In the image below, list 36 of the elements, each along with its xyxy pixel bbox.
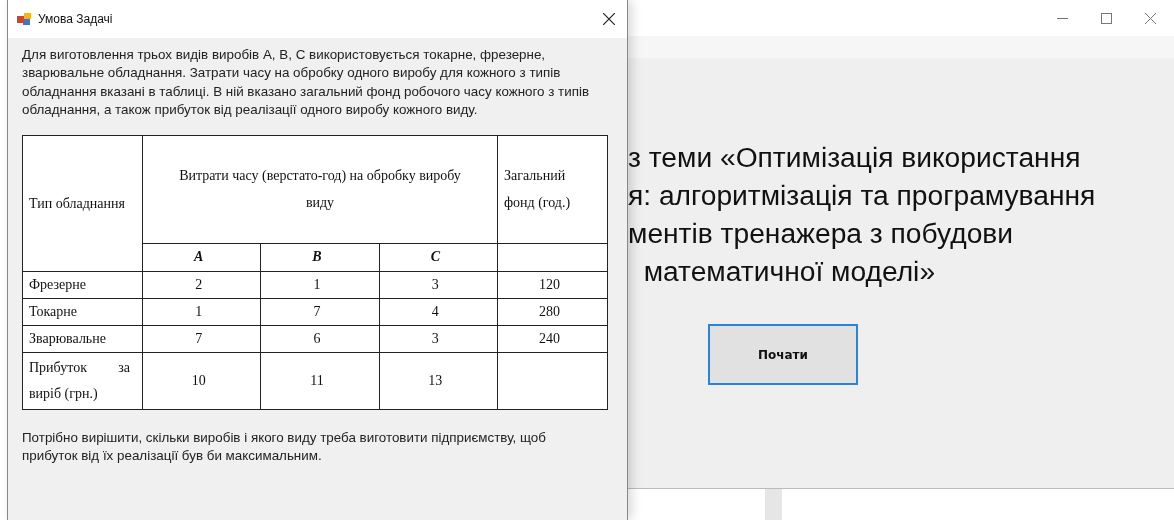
- heading-line: з теми «Оптимізація використання: [628, 140, 1082, 175]
- window-title: Умова Задачі: [38, 12, 114, 26]
- table-cell: Зварювальне: [22, 325, 143, 353]
- table-cell: 120: [497, 271, 608, 299]
- table-cell: 6: [260, 325, 380, 353]
- table-cell: Фрезерне: [22, 271, 143, 299]
- table-cell: 10: [142, 352, 261, 410]
- table-cell: 7: [260, 298, 380, 326]
- close-icon[interactable]: [603, 13, 615, 25]
- app-icon: [17, 12, 31, 26]
- table-cell: 2: [142, 271, 261, 299]
- maximize-icon[interactable]: [1101, 12, 1112, 24]
- table-header: Тип обладнання: [22, 135, 143, 272]
- heading-line: я: алгоритмізація та програмування: [628, 178, 1096, 213]
- table-cell: 280: [497, 298, 608, 326]
- table-header: C: [379, 243, 498, 272]
- table-header: Загальний фонд (год.): [497, 135, 608, 244]
- table-cell: 240: [497, 325, 608, 353]
- table-cell: 3: [379, 271, 498, 299]
- heading-line: математичної моделі»: [642, 254, 937, 289]
- table-cell: 1: [142, 298, 261, 326]
- table-cell: 7: [142, 325, 261, 353]
- table-cell: Токарне: [22, 298, 143, 326]
- table-header: B: [260, 243, 380, 272]
- table-cell: 11: [260, 352, 380, 410]
- task-question: Потрібно вирішити, скільки виробів і якого виду треба виготовити підприємству, щоб прибуток від їх реалізації був би максимальним.: [22, 428, 547, 466]
- task-description: Для виготовлення трьох видів виробів A, B, C використовується токарне, фрезерне, зварювальне обладнання. Затрати часу на обробку одного виробу для кожного з типів обладнання вказані в таблиці. В ній вказано загальний фонд робочого часу кожного з типів обладнання, а також прибуток від реалізації одного виробу кожного виду.: [22, 46, 591, 120]
- table-cell: 3: [379, 325, 498, 353]
- table-header: Витрати часу (верстато-год) на обробку виробу виду: [142, 135, 498, 244]
- table-header: A: [142, 243, 261, 272]
- table-cell: 4: [379, 298, 498, 326]
- table-cell: Прибуток за виріб (грн.): [22, 352, 143, 410]
- table-cell: 13: [379, 352, 498, 410]
- heading-line: ментів тренажера з побудови: [628, 216, 1015, 251]
- table-cell: 1: [260, 271, 380, 299]
- start-button[interactable]: Почати: [708, 324, 858, 385]
